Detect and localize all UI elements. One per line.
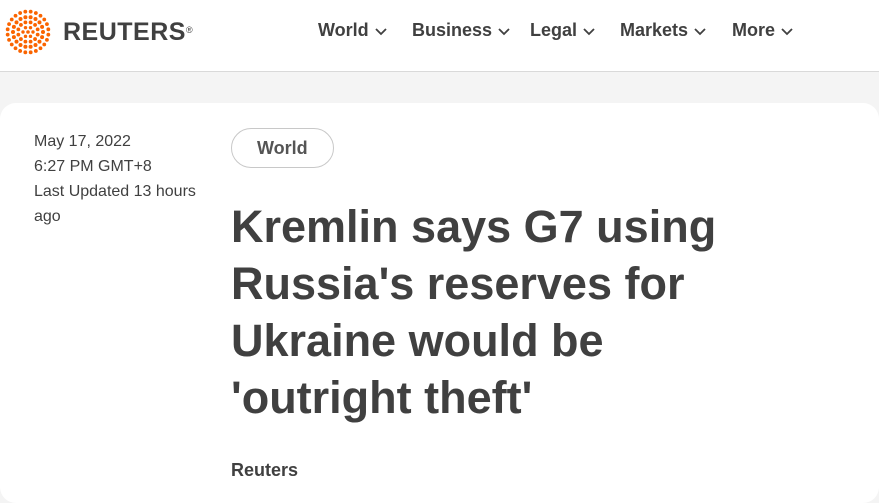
nav-world[interactable]: World — [318, 20, 387, 41]
reuters-logo-icon — [5, 9, 51, 55]
nav-markets[interactable]: Markets — [620, 20, 706, 41]
chevron-down-icon — [498, 20, 510, 41]
nav-business-label: Business — [412, 20, 493, 40]
logo-text: REUTERS — [63, 17, 186, 46]
nav-business[interactable]: Business — [412, 20, 510, 41]
registered-mark: ® — [185, 25, 193, 35]
article-meta: May 17, 2022 6:27 PM GMT+8 Last Updated … — [34, 129, 204, 229]
chevron-down-icon — [375, 20, 387, 41]
nav-legal[interactable]: Legal — [530, 20, 595, 41]
chevron-down-icon — [781, 20, 793, 41]
publish-time: 6:27 PM GMT+8 — [34, 158, 152, 175]
site-header: REUTERS ® World Business Legal Markets M… — [0, 0, 879, 72]
nav-world-label: World — [318, 20, 369, 40]
nav-more-label: More — [732, 20, 776, 40]
last-updated: Last Updated 13 hours ago — [34, 183, 196, 225]
section-tag-world[interactable]: World — [231, 128, 334, 168]
byline[interactable]: Reuters — [231, 460, 298, 481]
nav-more[interactable]: More — [732, 20, 793, 41]
reuters-logo[interactable]: REUTERS ® — [2, 8, 193, 56]
chevron-down-icon — [694, 20, 706, 41]
nav-markets-label: Markets — [620, 20, 689, 40]
publish-date: May 17, 2022 — [34, 133, 131, 150]
chevron-down-icon — [583, 20, 595, 41]
nav-legal-label: Legal — [530, 20, 578, 40]
article-headline: Kremlin says G7 using Russia's reserves … — [231, 201, 717, 423]
